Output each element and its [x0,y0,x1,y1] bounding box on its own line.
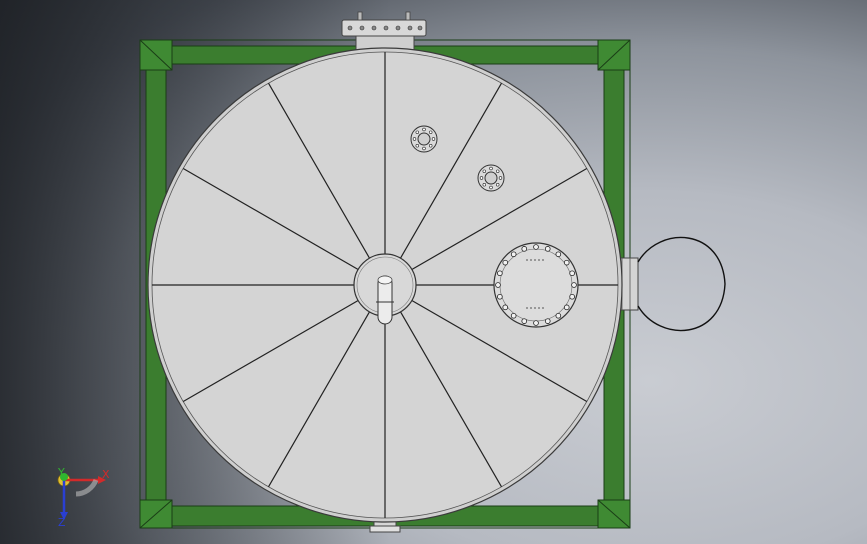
triad-z-label: Z [58,516,66,529]
bolt-hole [498,176,503,180]
bolt-hole [533,320,539,326]
triad-y-label: Y [57,466,65,479]
shell-nozzle-2[interactable] [477,164,505,192]
bolt-hole [510,251,517,258]
top-nozzle-flange[interactable] [341,11,427,51]
bolt-hole [412,137,417,141]
bolt-hole [569,270,575,277]
bolt-hole [563,304,570,311]
bolt-hole [521,246,528,252]
bolt-hole [496,169,500,173]
axis-triad[interactable]: X Y Z [57,466,110,529]
bolt-hole [489,166,493,171]
bolt-hole [482,169,486,173]
bolt-hole [563,259,570,266]
manway-flange[interactable] [493,242,579,328]
bolt-hole [497,270,503,277]
bolt-hole [521,318,528,324]
bolt-hole [431,137,436,141]
bolt-hole [496,183,500,187]
bolt-hole [571,282,577,288]
bolt-hole [429,130,433,134]
bolt-hole [415,144,419,148]
bolt-hole [495,282,501,288]
bolt-hole [415,130,419,134]
bolt-hole [497,293,503,300]
bolt-hole [482,183,486,187]
bolt-hole [422,146,426,151]
bolt-hole [569,293,575,300]
shell-nozzle-1[interactable] [410,125,438,153]
bolt-hole [502,259,509,266]
bolt-hole [422,127,426,132]
bolt-hole [544,318,551,324]
bolt-hole [429,144,433,148]
cad-graphics-area[interactable]: X Y Z [0,0,867,544]
bolt-hole [544,246,551,252]
bolt-hole [555,312,562,319]
side-lifting-ring[interactable] [615,236,726,332]
bolt-hole [479,176,484,180]
bolt-hole [533,244,539,250]
bolt-hole [555,251,562,258]
tank-assembly-model[interactable]: X Y Z [0,0,867,544]
triad-x-label: X [102,468,110,481]
bolt-hole [502,304,509,311]
bolt-hole [489,185,493,190]
bolt-hole [510,312,517,319]
